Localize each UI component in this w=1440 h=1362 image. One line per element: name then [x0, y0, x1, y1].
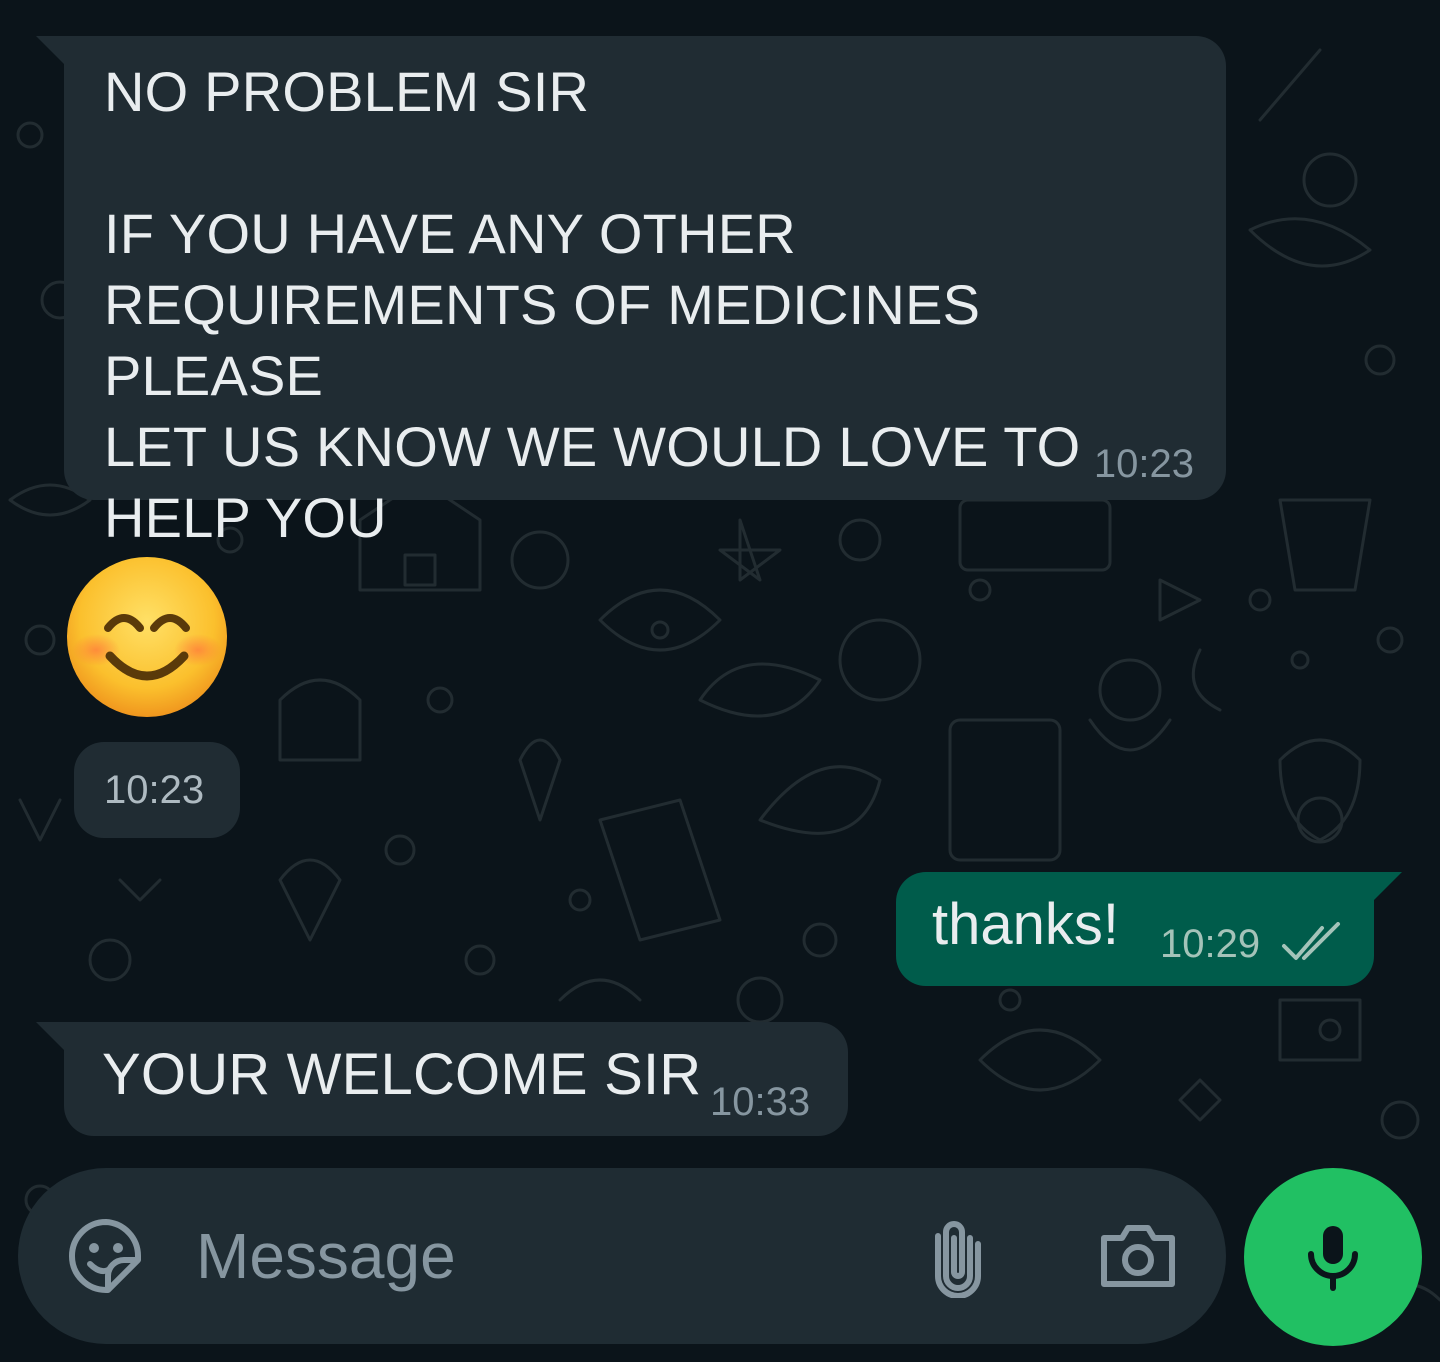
emoji-message[interactable] — [66, 556, 228, 718]
message-time: 10:33 — [710, 1080, 811, 1124]
mic-icon — [1308, 1226, 1358, 1291]
smiling-face-emoji-icon — [67, 557, 227, 717]
message-text: thanks! — [932, 892, 1119, 957]
message-input[interactable]: Message — [196, 1220, 456, 1292]
message-time: 10:29 — [1160, 922, 1261, 966]
message-time: 10:23 — [104, 768, 205, 812]
message-time: 10:23 — [1093, 442, 1194, 486]
message-text: YOUR WELCOME SIR — [102, 1042, 702, 1107]
incoming-message[interactable]: NO PROBLEM SIR IF YOU HAVE ANY OTHER REQ… — [36, 36, 1226, 549]
read-receipt-icon — [1282, 922, 1340, 960]
message-text: NO PROBLEM SIR IF YOU HAVE ANY OTHER REQ… — [104, 60, 1081, 549]
emoji-time-stamp: 10:23 — [74, 742, 240, 838]
incoming-message[interactable]: YOUR WELCOME SIR 10:33 — [36, 1022, 848, 1136]
camera-icon[interactable] — [1098, 1218, 1178, 1290]
chat-window: NO PROBLEM SIR IF YOU HAVE ANY OTHER REQ… — [0, 0, 1440, 1362]
voice-message-button[interactable] — [1244, 1168, 1422, 1346]
attach-icon[interactable] — [928, 1214, 988, 1298]
message-composer[interactable]: Message — [18, 1168, 1226, 1344]
sticker-icon[interactable] — [66, 1216, 146, 1296]
